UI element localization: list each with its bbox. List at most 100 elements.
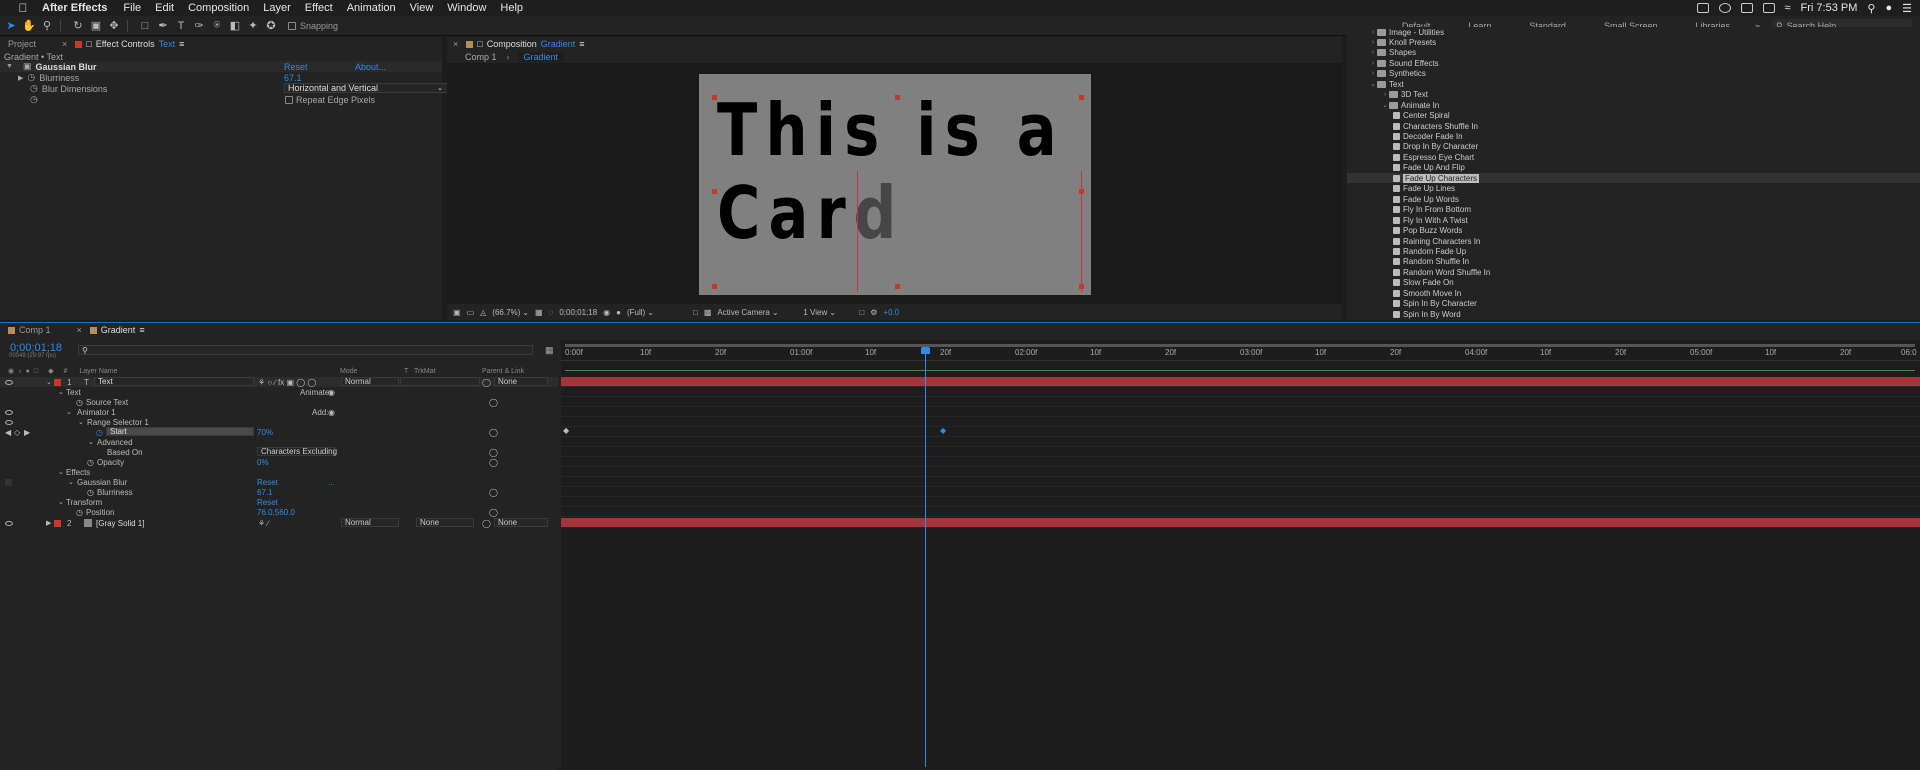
roto-brush-tool-icon[interactable]: ✦ xyxy=(246,19,260,33)
snapshot-icon[interactable]: ◉ xyxy=(603,308,610,317)
layer-name-field[interactable]: Text xyxy=(94,377,254,386)
collapse-arrow-icon[interactable]: ⌄ xyxy=(46,378,52,386)
start-value[interactable]: 70% xyxy=(257,428,273,437)
layer-handle[interactable] xyxy=(712,95,717,100)
preset-item[interactable]: Random Shuffle In xyxy=(1393,257,1469,267)
layer-handle[interactable] xyxy=(895,284,900,289)
layer-bar[interactable] xyxy=(561,518,1920,528)
effect-about-link[interactable]: About... xyxy=(355,62,386,72)
repeat-edge-checkbox[interactable] xyxy=(285,95,293,104)
transform-reset[interactable]: Reset xyxy=(257,498,278,507)
preset-item[interactable]: Fade Up Lines xyxy=(1393,184,1455,194)
creative-cloud-icon[interactable] xyxy=(1718,3,1731,13)
graph-editor-icon[interactable]: ▦ xyxy=(545,345,554,356)
layer-trkmat-dropdown[interactable]: None xyxy=(416,518,474,527)
stopwatch-icon[interactable]: ◷ xyxy=(87,458,94,467)
zoom-tool-icon[interactable]: ⚲ xyxy=(40,19,54,33)
puppet-tool-icon[interactable]: ✪ xyxy=(264,19,278,33)
preset-folder[interactable]: ⌄ Text xyxy=(1369,79,1404,89)
selection-tool-icon[interactable]: ➤ xyxy=(4,19,18,33)
effect-header-row[interactable]: ▼ ▣ Gaussian Blur Reset About... xyxy=(0,61,442,72)
view-layout-dropdown[interactable]: 1 View ⌄ xyxy=(803,308,853,317)
chevron-down-icon[interactable]: ⌄ xyxy=(1369,80,1377,88)
animator-row[interactable]: ⌄ Animator 1 Add: ◉ xyxy=(0,407,558,417)
eraser-tool-icon[interactable]: ◧ xyxy=(228,19,242,33)
snapping-checkbox[interactable] xyxy=(288,21,296,30)
snapping-toggle[interactable]: Snapping xyxy=(288,21,338,31)
rectangle-tool-icon[interactable]: □ xyxy=(138,19,152,33)
solo-column-icon[interactable]: ● xyxy=(26,368,30,375)
dropbox-icon[interactable] xyxy=(1740,3,1753,13)
type-tool-icon[interactable]: T xyxy=(174,19,188,33)
range-selector-row[interactable]: ⌄ Range Selector 1 xyxy=(0,417,558,427)
add-property-icon[interactable]: ◉ xyxy=(328,408,335,417)
resolution-dropdown[interactable]: (Full) ⌄ xyxy=(627,308,687,317)
eye-icon[interactable] xyxy=(5,419,13,425)
brush-tool-icon[interactable]: ✑ xyxy=(192,19,206,33)
pen-tool-icon[interactable]: ✒ xyxy=(156,19,170,33)
opacity-value[interactable]: 0% xyxy=(257,458,269,467)
stopwatch-active-icon[interactable]: ◷ xyxy=(96,428,103,437)
tab-gradient[interactable]: Gradient ≡ xyxy=(82,325,153,335)
app-menu[interactable]: After Effects xyxy=(42,2,107,14)
column-parent[interactable]: Parent & Link xyxy=(482,368,524,375)
preset-item[interactable]: Fly In With A Twist xyxy=(1393,215,1468,225)
notification-center-icon[interactable]: ☰ xyxy=(1902,2,1912,15)
panel-menu-icon[interactable]: ≡ xyxy=(579,39,584,49)
lock-column-icon[interactable]: □ xyxy=(34,368,38,375)
tab-comp1[interactable]: Comp 1 xyxy=(0,325,59,335)
collapse-arrow-icon[interactable]: ⌄ xyxy=(88,438,94,446)
preset-item[interactable]: Spin In By Word xyxy=(1393,309,1461,319)
preset-item[interactable]: Characters Shuffle In xyxy=(1393,121,1478,131)
preset-item[interactable]: Fly In From Bottom xyxy=(1393,205,1471,215)
layer-row[interactable]: ▶ 2 [Gray Solid 1] ⚘ ∕ Normal None ◯ Non… xyxy=(0,518,558,528)
clock[interactable]: Fri 7:53 PM xyxy=(1801,2,1858,14)
monitor-icon[interactable]: ▭ xyxy=(467,308,475,317)
exposure-value[interactable]: +0.0 xyxy=(883,308,899,317)
preset-item[interactable]: Espresso Eye Chart xyxy=(1393,152,1474,162)
collapse-arrow-icon[interactable]: ⌄ xyxy=(58,388,64,396)
pickwhip-icon[interactable]: ◯ xyxy=(489,488,498,497)
transparency-grid-icon[interactable]: ▩ xyxy=(704,308,712,317)
stopwatch-icon[interactable]: ◷ xyxy=(30,83,38,94)
preset-folder[interactable]: › Sound Effects xyxy=(1369,58,1439,68)
opacity-row[interactable]: ◷ Opacity 0% ◯ xyxy=(0,457,558,467)
range-selector-end-line[interactable] xyxy=(1081,171,1082,292)
advanced-row[interactable]: ⌄ Advanced xyxy=(0,437,558,447)
collapse-arrow-icon[interactable]: ⌄ xyxy=(58,498,64,506)
effect-reset-link[interactable]: Reset xyxy=(284,62,308,72)
menu-window[interactable]: Window xyxy=(447,2,486,14)
pickwhip-icon[interactable]: ◯ xyxy=(489,428,498,437)
zoom-dropdown[interactable]: (66.7%) ⌄ xyxy=(492,308,529,317)
layer-switches-icon[interactable]: ⚘ ○ ∕ fx ▣ ◯ ◯ xyxy=(258,378,316,387)
battery-icon[interactable] xyxy=(1762,3,1775,13)
work-area-bar[interactable] xyxy=(565,370,1915,371)
audio-column-icon[interactable]: ♪ xyxy=(18,368,22,375)
menu-file[interactable]: File xyxy=(123,2,141,14)
pickwhip-icon[interactable]: ◯ xyxy=(482,378,491,387)
menu-edit[interactable]: Edit xyxy=(155,2,174,14)
reset-exposure-icon[interactable]: ⚙ xyxy=(870,308,877,317)
camera-dropdown[interactable]: Active Camera ⌄ xyxy=(717,308,797,317)
layer-handle[interactable] xyxy=(712,189,717,194)
collapse-arrow-icon[interactable]: ▼ xyxy=(6,63,13,70)
layer-parent-dropdown[interactable]: None xyxy=(494,377,548,386)
time-ruler[interactable]: 0:00f 10f 20f 01:00f 10f 20f 02:00f 10f 20f 03:00… xyxy=(561,347,1920,361)
text-group-row[interactable]: ⌄ Text Animate: ◉ xyxy=(0,387,558,397)
preset-item[interactable]: Slow Fade On xyxy=(1393,278,1454,288)
preset-folder[interactable]: › Synthetics xyxy=(1369,69,1426,79)
toggle-pixel-icon[interactable]: □ xyxy=(859,308,864,317)
preset-item[interactable]: Fade Up Words xyxy=(1393,194,1459,204)
playhead-handle[interactable] xyxy=(921,347,930,354)
layer-switches-icon[interactable]: ⚘ ∕ xyxy=(258,519,269,528)
tab-composition[interactable]: □ Composition Gradient ≡ xyxy=(458,39,592,49)
expand-arrow-icon[interactable]: ▶ xyxy=(46,519,51,527)
based-on-dropdown[interactable]: Characters Excluding xyxy=(257,447,337,456)
spotlight-icon[interactable]: ⚲ xyxy=(1867,2,1875,15)
grid-icon[interactable]: ▦ xyxy=(535,308,543,317)
start-row[interactable]: ◀ ◇ ▶ ◷ Start 70% ◯ xyxy=(0,427,558,437)
next-keyframe-icon[interactable]: ▶ xyxy=(24,428,30,437)
chevron-down-icon[interactable]: ⌄ xyxy=(1381,101,1389,109)
menu-animation[interactable]: Animation xyxy=(347,2,396,14)
hand-tool-icon[interactable]: ✋ xyxy=(22,19,36,33)
